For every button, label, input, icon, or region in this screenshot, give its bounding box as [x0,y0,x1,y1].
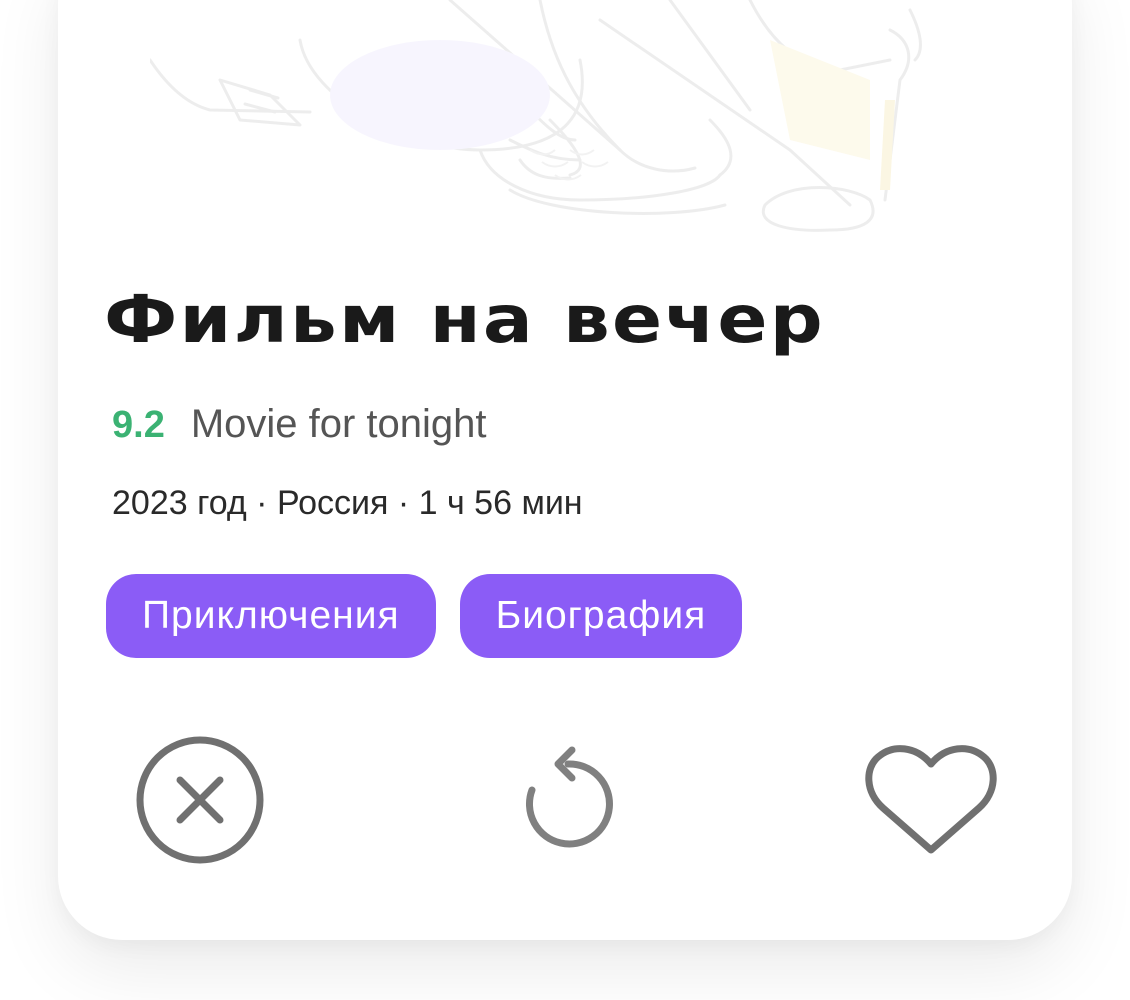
genre-tags: Приключения Биография [106,574,743,658]
like-button[interactable] [860,738,1002,862]
genre-tag[interactable]: Биография [459,574,743,658]
stage: Фильм на вечер 9.2 Movie for tonight 202… [0,0,1130,1000]
movie-title: Фильм на вечер [104,281,825,358]
poster-illustration [150,0,922,232]
movie-meta: 2023 год · Россия · 1 ч 56 мин [112,484,583,522]
rating-value: 9.2 [112,404,165,446]
original-title: Movie for tonight [190,402,487,446]
close-circle-icon [136,736,264,864]
dislike-button[interactable] [132,732,268,868]
heart-outline-icon [865,745,997,854]
rating-row: 9.2 Movie for tonight [112,402,487,447]
undo-arrow-icon [526,746,613,848]
undo-button[interactable] [510,742,620,858]
genre-tag[interactable]: Приключения [106,574,436,658]
